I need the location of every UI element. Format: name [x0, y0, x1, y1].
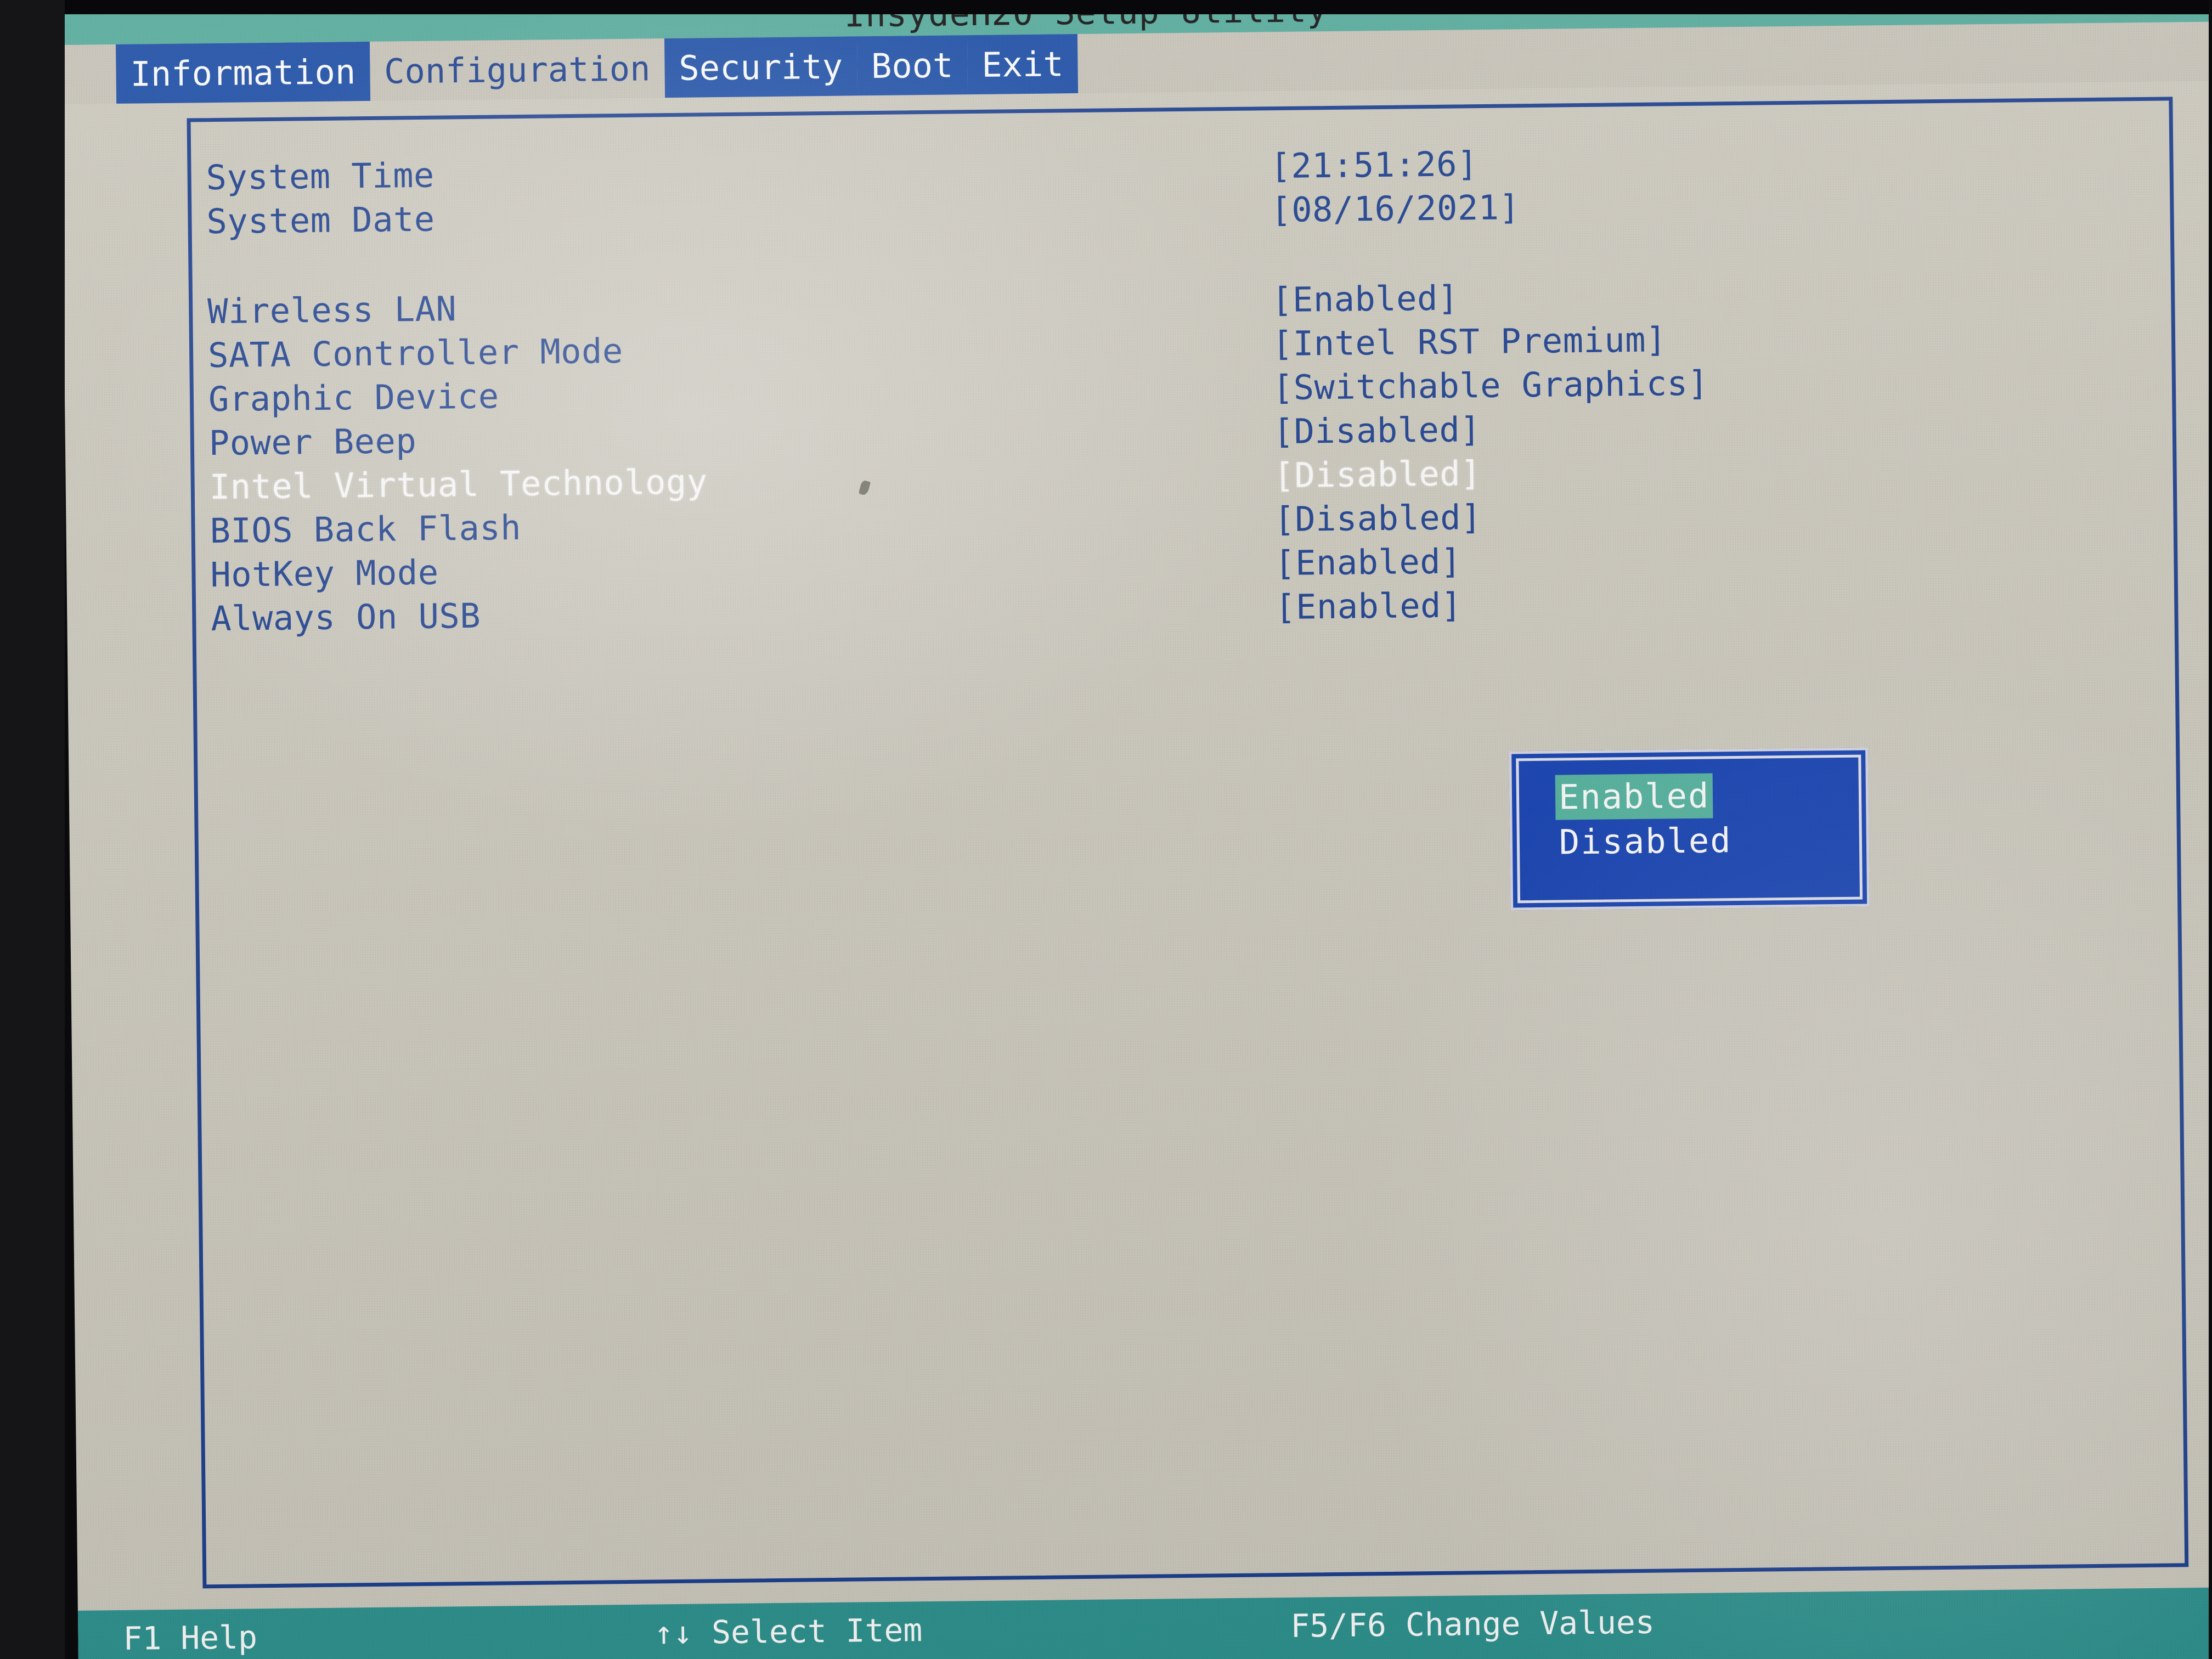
settings-list: System Time [21:51:26] System Date [08/1… [206, 134, 2186, 640]
legend-help-key: F1 Help [123, 1618, 258, 1657]
setting-label: HotKey Mode [210, 552, 439, 595]
popup-inner-border: Enabled Disabled [1516, 754, 1863, 904]
setting-label: Intel Virtual Technology [209, 461, 708, 507]
setting-value[interactable]: [Intel RST Premium] [1272, 319, 1667, 364]
setting-label: Wireless LAN [207, 288, 457, 331]
setting-label: Power Beep [208, 420, 417, 463]
popup-option-disabled[interactable]: Disabled [1555, 818, 1735, 865]
bios-screen-photo: InsydeH20 Setup Utility Information Conf… [0, 0, 2212, 1659]
tab-information[interactable]: Information [116, 41, 370, 104]
setting-value[interactable]: [Enabled] [1274, 541, 1462, 583]
tab-boot[interactable]: Boot [856, 35, 968, 96]
tab-exit[interactable]: Exit [967, 33, 1079, 95]
setting-label: Graphic Device [208, 375, 499, 419]
setting-value[interactable]: [Switchable Graphics] [1273, 363, 1709, 408]
setting-label: Always On USB [210, 595, 481, 639]
setting-label: System Time [206, 155, 435, 198]
setting-value[interactable]: [21:51:26] [1270, 144, 1478, 186]
setting-value[interactable]: [Disabled] [1273, 409, 1481, 452]
setting-label: BIOS Back Flash [210, 507, 522, 551]
setting-value[interactable]: [Enabled] [1272, 278, 1459, 320]
tab-security[interactable]: Security [664, 36, 857, 98]
legend-select-key: ↑↓ Select Item [654, 1611, 923, 1652]
popup-option-enabled-row[interactable]: Enabled [1555, 772, 1859, 820]
setting-value[interactable]: [Enabled] [1275, 585, 1462, 627]
tab-configuration[interactable]: Configuration [369, 38, 665, 101]
setting-value[interactable]: [Disabled] [1273, 453, 1481, 495]
monitor-bezel-top [0, 0, 2212, 14]
legend-change-key: F5/F6 Change Values [1290, 1603, 1655, 1645]
monitor-bezel-left [0, 0, 65, 1659]
lcd-panel: InsydeH20 Setup Utility Information Conf… [60, 0, 2212, 1659]
monitor-bezel-right [2209, 0, 2212, 1659]
key-legend-footer: F1 Help ↑↓ Select Item F5/F6 Change Valu… [77, 1587, 2212, 1659]
setting-label: SATA Controller Mode [207, 330, 624, 375]
value-selection-popup[interactable]: Enabled Disabled [1509, 747, 1870, 911]
setting-value[interactable]: [Disabled] [1274, 497, 1482, 539]
popup-option-disabled-row[interactable]: Disabled [1555, 817, 1859, 865]
setting-label: System Date [206, 199, 436, 241]
popup-option-enabled[interactable]: Enabled [1555, 773, 1713, 820]
setting-value[interactable]: [08/16/2021] [1271, 187, 1520, 230]
